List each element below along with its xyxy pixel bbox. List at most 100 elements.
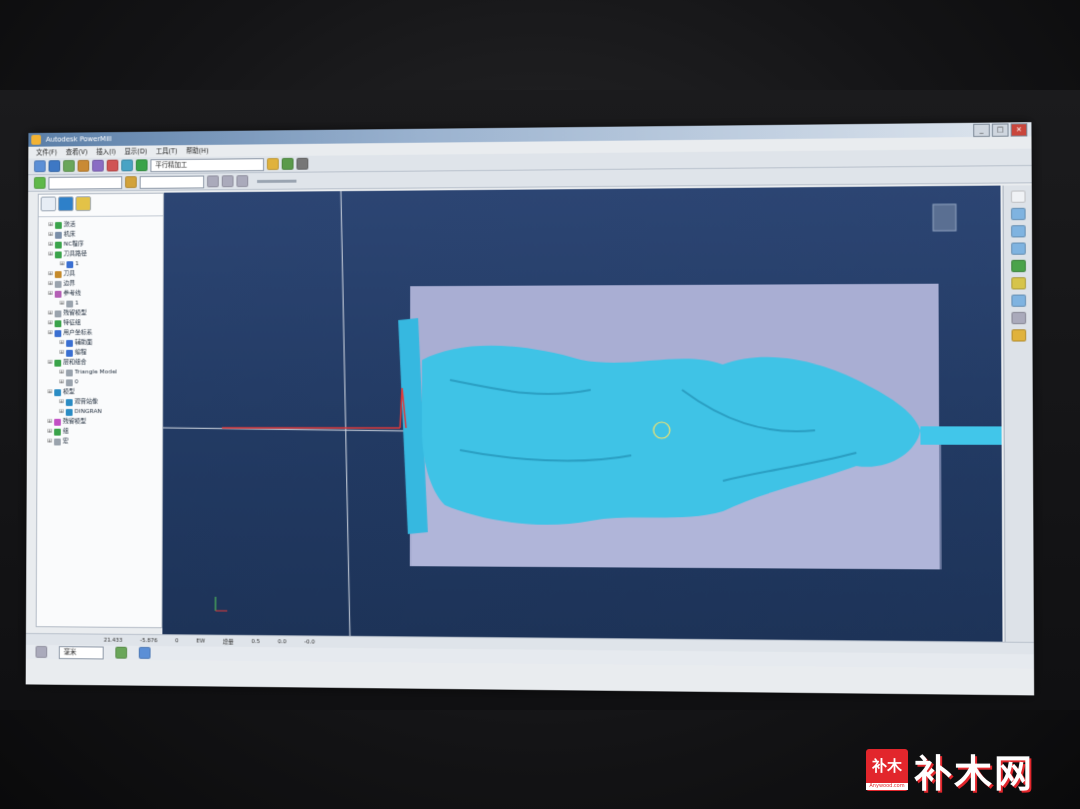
save-icon[interactable]: [48, 160, 61, 173]
simulate-icon[interactable]: [281, 157, 294, 170]
tree-item[interactable]: ⊞ 用户坐标系: [42, 328, 159, 338]
calc-icon[interactable]: [121, 159, 133, 172]
expand-toggle-icon[interactable]: ⊞: [48, 230, 53, 240]
view-cube[interactable]: [933, 204, 956, 231]
view-top-icon[interactable]: [1010, 207, 1026, 221]
tree-node-icon: [66, 349, 73, 357]
tree-item[interactable]: ⊞ 特征组: [42, 318, 159, 328]
tree-item[interactable]: ⊞ 刀具路径: [42, 249, 159, 260]
window-controls: _ □ ×: [973, 123, 1028, 138]
tree-item[interactable]: ⊞ 辅助面: [42, 338, 159, 348]
3d-viewport[interactable]: [162, 185, 1002, 642]
tree-item[interactable]: ⊞ 组: [41, 427, 158, 437]
tree-item[interactable]: ⊞ 0: [42, 377, 159, 387]
tab-explorer[interactable]: [40, 196, 57, 212]
workplane-combo[interactable]: [48, 175, 123, 190]
tree-item-label: 刀具路径: [63, 250, 87, 258]
menu-file[interactable]: 文件(F): [36, 146, 57, 158]
status-field-mode: EW: [196, 638, 205, 645]
tree-item[interactable]: ⊞ 层和组合: [42, 358, 159, 368]
expand-toggle-icon[interactable]: ⊞: [47, 427, 52, 437]
tree-node-icon: [54, 309, 62, 317]
light-icon[interactable]: [1011, 329, 1027, 342]
step-icon[interactable]: [221, 175, 234, 188]
stock-icon[interactable]: [106, 159, 119, 172]
status-field-step: 0.5: [251, 638, 260, 646]
expand-toggle-icon[interactable]: ⊞: [48, 358, 53, 368]
view-right-icon[interactable]: [1011, 242, 1026, 255]
toolpath-combo[interactable]: 平行精加工: [150, 157, 265, 172]
menu-view[interactable]: 查看(V): [66, 146, 88, 158]
expand-toggle-icon[interactable]: ⊞: [47, 437, 52, 447]
tab-library[interactable]: [75, 196, 92, 212]
expand-toggle-icon[interactable]: ⊞: [47, 387, 52, 397]
tab-models[interactable]: [58, 196, 74, 212]
expand-toggle-icon[interactable]: ⊞: [59, 377, 64, 387]
workplane-icon[interactable]: [138, 646, 151, 659]
expand-toggle-icon[interactable]: ⊞: [48, 220, 53, 230]
view-iso-icon[interactable]: [1010, 190, 1026, 203]
settings-icon[interactable]: [296, 157, 309, 170]
tool-select-icon[interactable]: [125, 176, 137, 189]
open-icon[interactable]: [34, 160, 46, 173]
menu-help[interactable]: 帮助(H): [186, 145, 209, 157]
expand-toggle-icon[interactable]: ⊞: [48, 279, 53, 289]
tree-item-label: Triangle Model: [74, 368, 118, 376]
tree-item[interactable]: ⊞ 残留模型: [42, 308, 159, 318]
expand-toggle-icon[interactable]: ⊞: [48, 289, 53, 299]
expand-toggle-icon[interactable]: ⊞: [48, 309, 53, 319]
menu-insert[interactable]: 插入(I): [96, 146, 115, 158]
tree-item[interactable]: ⊞ 宏: [41, 437, 158, 447]
grid-icon[interactable]: [35, 645, 48, 658]
tool-icon[interactable]: [77, 159, 90, 172]
expand-toggle-icon[interactable]: ⊞: [59, 368, 64, 378]
active-icon[interactable]: [33, 176, 46, 189]
expand-toggle-icon[interactable]: ⊞: [48, 240, 53, 250]
expand-toggle-icon[interactable]: ⊞: [60, 259, 65, 269]
expand-toggle-icon[interactable]: ⊞: [59, 299, 65, 309]
tree-item[interactable]: ⊞ 参考线: [42, 288, 159, 298]
menu-display[interactable]: 显示(D): [125, 146, 148, 158]
toolpath-icon[interactable]: [63, 160, 75, 172]
expand-toggle-icon[interactable]: ⊞: [48, 269, 53, 279]
pan-icon[interactable]: [1011, 311, 1027, 325]
tree-item[interactable]: ⊞ DINGRAN: [42, 407, 159, 417]
expand-toggle-icon[interactable]: ⊞: [59, 338, 64, 348]
snap-icon[interactable]: [115, 646, 128, 659]
tree-item[interactable]: ⊞ 残留模型: [41, 417, 158, 427]
close-button[interactable]: ×: [1010, 123, 1028, 137]
expand-toggle-icon[interactable]: ⊞: [48, 250, 53, 260]
tree-item[interactable]: ⊞ 刀具: [42, 269, 159, 279]
expand-toggle-icon[interactable]: ⊞: [59, 348, 64, 358]
coord-y: -5.876: [140, 637, 158, 645]
unit-combo[interactable]: 毫米: [58, 645, 104, 659]
menu-tools[interactable]: 工具(T): [156, 145, 178, 157]
view-front-icon[interactable]: [1011, 225, 1026, 238]
expand-toggle-icon[interactable]: ⊞: [48, 318, 53, 328]
verify-icon[interactable]: [266, 158, 279, 171]
app-icon: [31, 134, 41, 145]
tree-item[interactable]: ⊞ 1: [42, 259, 159, 270]
expand-toggle-icon[interactable]: ⊞: [59, 407, 64, 417]
boundary-icon[interactable]: [92, 159, 104, 172]
stop-icon[interactable]: [236, 175, 249, 188]
tree-item[interactable]: ⊞ 编程: [42, 348, 159, 358]
expand-toggle-icon[interactable]: ⊞: [47, 417, 52, 427]
tree-item[interactable]: ⊞ 边界: [42, 279, 159, 289]
zoom-icon[interactable]: [1011, 277, 1026, 290]
minimize-button[interactable]: _: [973, 123, 990, 138]
expand-toggle-icon[interactable]: ⊞: [48, 328, 53, 338]
speed-slider[interactable]: [257, 179, 297, 183]
tree-item[interactable]: ⊞ 1: [42, 298, 159, 308]
shade-icon[interactable]: [1011, 259, 1026, 273]
coord-z: 0: [175, 638, 179, 645]
expand-toggle-icon[interactable]: ⊞: [59, 397, 64, 407]
play-icon[interactable]: [207, 175, 219, 188]
tree-item[interactable]: ⊞ Triangle Model: [42, 367, 159, 377]
tree-item[interactable]: ⊞ 模型: [42, 387, 159, 397]
maximize-button[interactable]: □: [991, 123, 1009, 137]
tool-combo[interactable]: [139, 175, 205, 189]
toolpath-strategy-icon[interactable]: [135, 159, 148, 172]
tree-item[interactable]: ⊞ 观音站像: [42, 397, 159, 407]
wireframe-icon[interactable]: [1011, 294, 1027, 307]
